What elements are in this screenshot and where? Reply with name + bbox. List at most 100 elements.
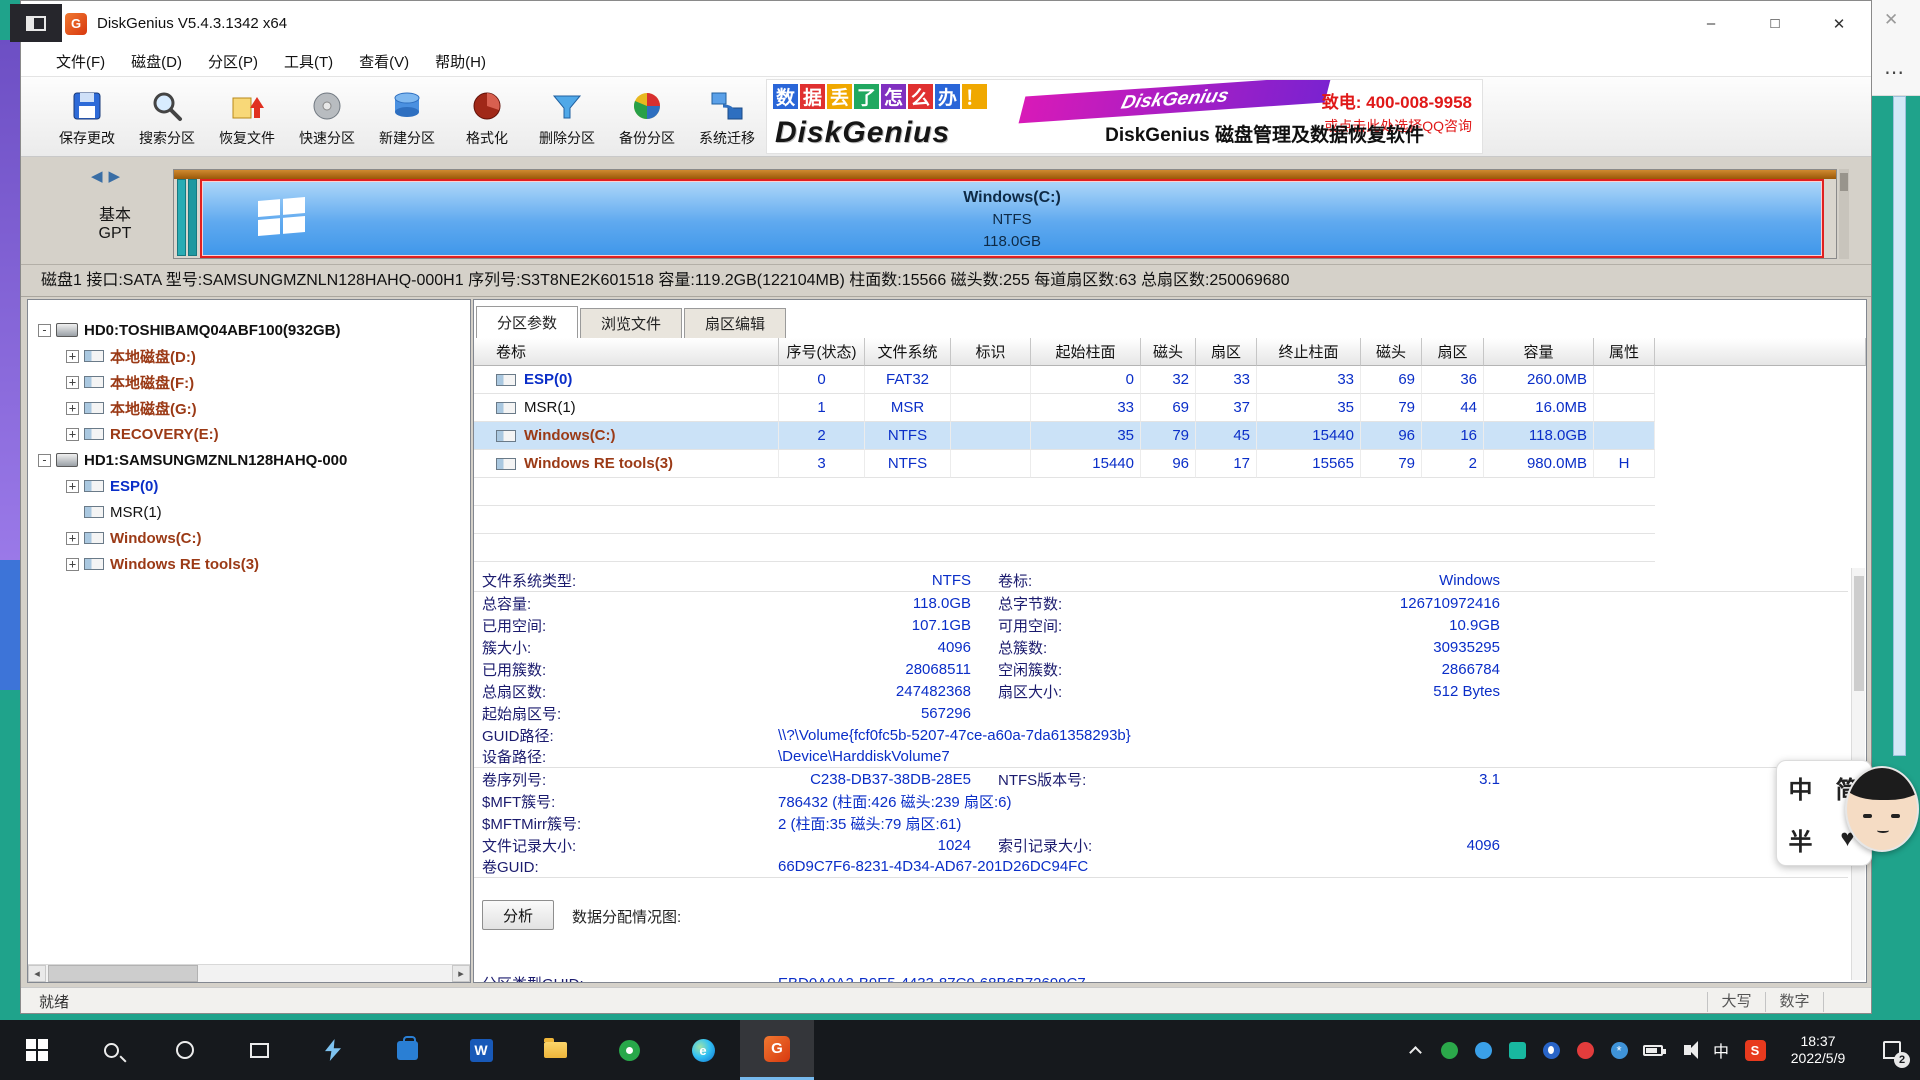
backup-partition-button[interactable]: 备份分区 <box>607 80 687 154</box>
scroll-right-icon[interactable]: ▸ <box>452 965 470 982</box>
background-close-icon[interactable]: ✕ <box>1884 10 1898 30</box>
taskbar-clock[interactable]: 18:37 2022/5/9 <box>1772 1033 1864 1067</box>
scrollbar-thumb[interactable] <box>48 965 198 982</box>
tree-node-local-g[interactable]: +本地磁盘(G:) <box>66 396 197 420</box>
menu-help[interactable]: 帮助(H) <box>422 51 499 72</box>
title-bar[interactable]: G DiskGenius V5.4.3.1342 x64 – □ ✕ <box>21 1 1871 46</box>
msr-partition-block[interactable] <box>188 179 197 256</box>
table-row-esp[interactable]: ESP(0) 0FAT3203233336936260.0MB <box>474 366 1866 394</box>
word-button[interactable]: W <box>444 1020 518 1080</box>
tab-browse-files[interactable]: 浏览文件 <box>580 308 682 338</box>
menu-disk[interactable]: 磁盘(D) <box>118 51 195 72</box>
background-more-icon[interactable]: ⋯ <box>1884 60 1904 85</box>
tray-antivirus-button[interactable] <box>1432 1020 1466 1080</box>
volume-button[interactable] <box>1670 1020 1704 1080</box>
expand-icon[interactable]: + <box>66 402 79 415</box>
expand-icon[interactable]: + <box>66 350 79 363</box>
partition-type-guid-row: 分区类型GUID:EBD0A0A2-B9E5-4433-87C0-68B6B72… <box>474 972 1866 983</box>
menu-file[interactable]: 文件(F) <box>43 51 118 72</box>
windows-partition-block[interactable]: Windows(C:) NTFS 118.0GB <box>200 179 1824 258</box>
microsoft-store-button[interactable] <box>370 1020 444 1080</box>
collapse-icon[interactable]: - <box>38 324 51 337</box>
tree-node-windows-c[interactable]: +Windows(C:) <box>66 526 202 550</box>
expand-icon[interactable]: + <box>66 532 79 545</box>
tray-snowflake-button[interactable]: * <box>1602 1020 1636 1080</box>
search-partition-button[interactable]: 搜索分区 <box>127 80 207 154</box>
ime-chinese-mode[interactable]: 中 <box>1789 770 1813 805</box>
expand-icon[interactable]: + <box>66 428 79 441</box>
prev-disk-icon[interactable]: ◀ <box>91 168 109 185</box>
maximize-button[interactable]: □ <box>1743 1 1807 46</box>
ime-halfwidth-mode[interactable]: 半 <box>1789 822 1813 857</box>
table-row-windows-re[interactable]: Windows RE tools(3) 3NTFS154409617155657… <box>474 450 1866 478</box>
hidden-icons-button[interactable] <box>1398 1020 1432 1080</box>
start-button[interactable] <box>0 1020 74 1080</box>
cortana-button[interactable] <box>148 1020 222 1080</box>
battery-button[interactable] <box>1636 1020 1670 1080</box>
task-view-button[interactable] <box>222 1020 296 1080</box>
disk-nav-arrows[interactable]: ◀▶ <box>91 167 126 185</box>
menu-tools[interactable]: 工具(T) <box>271 51 346 72</box>
save-changes-button[interactable]: 保存更改 <box>47 80 127 154</box>
close-button[interactable]: ✕ <box>1807 1 1871 46</box>
scroll-left-icon[interactable]: ◂ <box>28 965 46 982</box>
partition-icon <box>84 402 104 414</box>
tree-node-recovery-e[interactable]: +RECOVERY(E:) <box>66 422 219 446</box>
table-row-msr[interactable]: MSR(1) 1MSR33693735794416.0MB <box>474 394 1866 422</box>
data-allocation-label: 数据分配情况图: <box>572 906 681 927</box>
partition-fs: NTFS <box>202 209 1822 231</box>
esp-partition-block[interactable] <box>177 179 186 256</box>
taskbar-search-button[interactable] <box>74 1020 148 1080</box>
disk-bar-scrollbar[interactable] <box>1839 169 1849 259</box>
tree-node-msr[interactable]: MSR(1) <box>66 500 162 524</box>
partition-size: 118.0GB <box>202 231 1822 253</box>
tree-node-esp[interactable]: +ESP(0) <box>66 474 158 498</box>
tree-node-windows-re[interactable]: +Windows RE tools(3) <box>66 552 259 576</box>
tree-horizontal-scrollbar[interactable]: ◂ ▸ <box>28 964 470 982</box>
delete-partition-button[interactable]: 删除分区 <box>527 80 607 154</box>
tree-node-hd1[interactable]: -HD1:SAMSUNGMZNLN128HAHQ-000 <box>38 448 347 472</box>
diskgenius-logo-icon: G <box>65 13 87 35</box>
new-partition-button[interactable]: 新建分区 <box>367 80 447 154</box>
folder-icon <box>544 1042 567 1058</box>
expand-icon[interactable]: + <box>66 480 79 493</box>
quick-partition-button[interactable]: 快速分区 <box>287 80 367 154</box>
expand-icon[interactable]: + <box>66 558 79 571</box>
tab-sector-edit[interactable]: 扇区编辑 <box>684 308 786 338</box>
next-disk-icon[interactable]: ▶ <box>109 168 127 185</box>
menu-partition[interactable]: 分区(P) <box>195 51 271 72</box>
background-scrollbar[interactable] <box>1893 96 1906 756</box>
ad-banner[interactable]: 数据丢了怎么办！ DiskGenius DiskGenius 致电: 400-0… <box>766 79 1483 154</box>
diskgenius-taskbar-button[interactable]: G <box>740 1020 814 1080</box>
edge-button[interactable]: e <box>666 1020 740 1080</box>
search-icon <box>104 1043 119 1058</box>
tab-partition-parameters[interactable]: 分区参数 <box>476 306 578 338</box>
ime-language-button[interactable]: 中 <box>1704 1020 1738 1080</box>
scrollbar-thumb[interactable] <box>1854 576 1864 691</box>
tray-red-button[interactable] <box>1568 1020 1602 1080</box>
system-migration-button[interactable]: 系统迁移 <box>687 80 767 154</box>
recover-files-button[interactable]: 恢复文件 <box>207 80 287 154</box>
menu-view[interactable]: 查看(V) <box>346 51 422 72</box>
table-row-windows-c-selected[interactable]: Windows(C:) 2NTFS357945154409616118.0GB <box>474 422 1866 450</box>
expand-icon[interactable]: + <box>66 376 79 389</box>
tree-node-hd0[interactable]: -HD0:TOSHIBAMQ04ABF100(932GB) <box>38 318 340 342</box>
ad-phone: 致电: 400-008-9958 <box>1322 88 1472 113</box>
format-button[interactable]: 格式化 <box>447 80 527 154</box>
tray-teal-button[interactable] <box>1500 1020 1534 1080</box>
collapse-icon[interactable]: - <box>38 454 51 467</box>
tray-qq-button[interactable] <box>1534 1020 1568 1080</box>
app-lightning-button[interactable] <box>296 1020 370 1080</box>
analyze-button[interactable]: 分析 <box>482 900 554 930</box>
action-center-button[interactable]: 2 <box>1864 1020 1920 1080</box>
tray-cloud-button[interactable] <box>1466 1020 1500 1080</box>
app-green-button[interactable] <box>592 1020 666 1080</box>
disk-icon <box>56 323 78 337</box>
minimize-button[interactable]: – <box>1679 1 1743 46</box>
tree-node-local-d[interactable]: +本地磁盘(D:) <box>66 344 196 368</box>
tree-node-local-f[interactable]: +本地磁盘(F:) <box>66 370 194 394</box>
floating-tool-fragment[interactable] <box>10 4 62 42</box>
partition-icon <box>84 558 104 570</box>
file-explorer-button[interactable] <box>518 1020 592 1080</box>
sogou-button[interactable]: S <box>1738 1020 1772 1080</box>
